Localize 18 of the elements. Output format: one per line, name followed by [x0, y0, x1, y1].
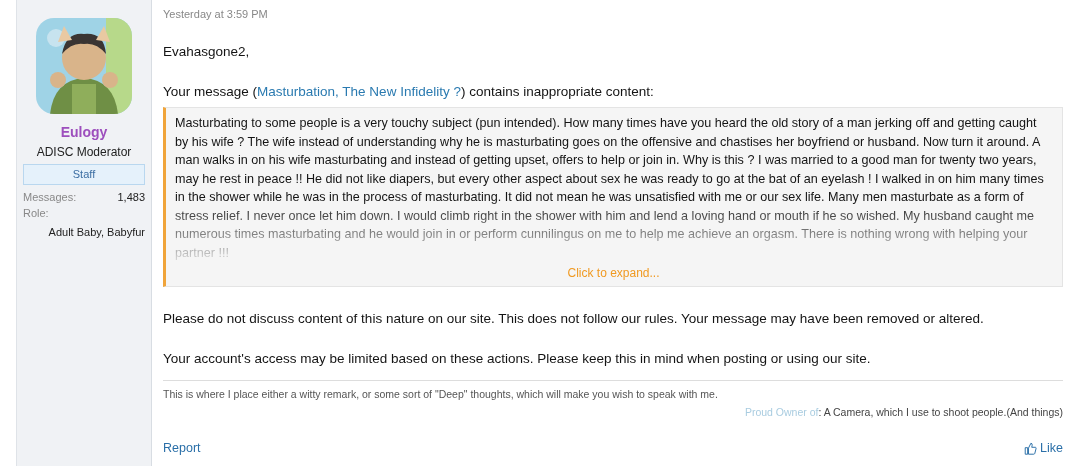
- user-name[interactable]: Eulogy: [23, 122, 145, 143]
- message-paragraph: Please do not discuss content of this nature on our site. This does not follow our rules. Your message may have been removed or altered.: [163, 310, 985, 328]
- post-timestamp[interactable]: Yesterday at 3:59 PM: [163, 6, 1063, 23]
- thumbs-up-icon: [1024, 441, 1038, 455]
- user-title: ADISC Moderator: [35, 144, 133, 161]
- greeting-text: Evahasgone2,: [163, 42, 251, 61]
- like-link[interactable]: Like: [1024, 439, 1063, 458]
- intro-text: Your message (Masturbation, The New Infidelity ?) contains inappropriate content:: [163, 82, 655, 101]
- role-value: Adult Baby, Babyfur: [47, 224, 145, 240]
- field-value: : A Camera, which I use to shoot people.(And things): [818, 406, 1063, 419]
- stat-label: Messages:: [23, 189, 77, 205]
- message-paragraph: Your account's access may be limited based on these actions. Please keep this in mind when posting or using our site.: [163, 350, 872, 369]
- stat-label: Role:: [23, 206, 49, 221]
- signature-text: This is where I place either a witty remark, or some sort of "Deep" thoughts, which will make you wish to speak with me.: [163, 379, 1063, 403]
- stat-value: 1,483: [117, 189, 145, 205]
- thread-link[interactable]: Masturbation, The New Infidelity ?: [257, 83, 461, 99]
- staff-banner: Staff: [23, 164, 145, 185]
- report-link[interactable]: Report: [163, 439, 201, 458]
